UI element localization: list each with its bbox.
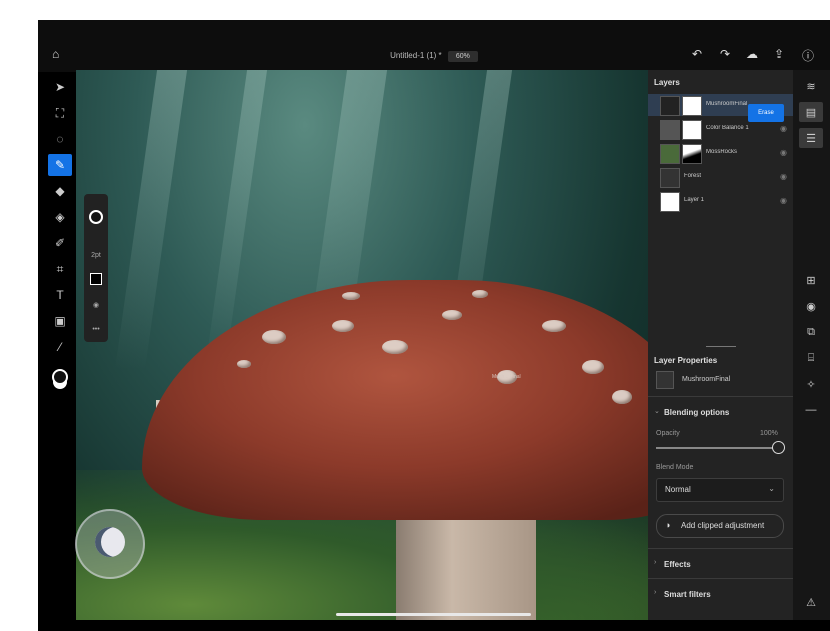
panel-handle[interactable] bbox=[706, 346, 736, 347]
layer-properties-icon[interactable]: ▤ bbox=[799, 102, 823, 122]
effects-icon[interactable]: ✧ bbox=[799, 374, 823, 394]
layer-thumbnail bbox=[660, 192, 680, 212]
clip-icon[interactable]: ⌸ bbox=[799, 348, 823, 368]
visibility-icon[interactable]: ◉ bbox=[780, 196, 787, 205]
properties-layer-name: MushroomFinal bbox=[682, 376, 731, 383]
undo-icon[interactable]: ↶ bbox=[692, 47, 702, 61]
top-toolbar: ⌂ Untitled-1 (1) * 60% ↶ ↷ ☁ ⇪ ⓘ bbox=[38, 20, 830, 72]
layer-row[interactable]: Layer 1 ◉ bbox=[648, 190, 793, 212]
add-layer-icon[interactable]: ⊞ bbox=[799, 270, 823, 290]
more-options-icon[interactable]: ••• bbox=[88, 322, 104, 336]
add-clipped-adjustment-label: Add clipped adjustment bbox=[681, 521, 765, 530]
layer-properties-title: Layer Properties bbox=[654, 356, 718, 365]
layer-thumbnail bbox=[660, 120, 680, 140]
canvas-overlay-label: Mush... Final bbox=[492, 374, 521, 380]
blend-mode-value: Normal bbox=[665, 485, 691, 494]
transform-icon[interactable]: ⌗ bbox=[48, 258, 72, 280]
visibility-icon[interactable]: ◉ bbox=[799, 296, 823, 316]
layer-row[interactable]: MossRocks ◉ bbox=[648, 142, 793, 164]
layer-thumbnail bbox=[660, 96, 680, 116]
eyedropper-icon[interactable]: ⁄ bbox=[48, 336, 72, 358]
brush-options-panel: 2pt ◉ ••• bbox=[84, 194, 108, 342]
layer-name: Forest bbox=[684, 173, 702, 179]
chevron-down-icon: ⌄ bbox=[768, 484, 775, 493]
share-icon[interactable]: ⇪ bbox=[774, 47, 784, 61]
eraser-icon[interactable]: ◆ bbox=[48, 180, 72, 202]
chevron-right-icon[interactable]: › bbox=[654, 559, 656, 566]
opacity-label: Opacity bbox=[656, 430, 680, 437]
app-window: ⌂ Untitled-1 (1) * 60% ↶ ↷ ☁ ⇪ ⓘ ➤ ⛶ ◌ ✎… bbox=[38, 20, 830, 631]
document-title[interactable]: Untitled-1 (1) * bbox=[390, 51, 442, 60]
zoom-level[interactable]: 60% bbox=[447, 51, 478, 62]
effects-header[interactable]: Effects bbox=[664, 560, 691, 569]
layers-title: Layers bbox=[654, 78, 680, 87]
brush-hardness-icon[interactable] bbox=[88, 272, 104, 286]
blend-mode-label: Blend Mode bbox=[656, 464, 694, 471]
layer-mask bbox=[682, 96, 702, 116]
opacity-slider[interactable] bbox=[656, 447, 774, 449]
layer-mask bbox=[682, 120, 702, 140]
cloud-icon[interactable]: ☁ bbox=[746, 47, 758, 61]
brush-icon[interactable]: ✎ bbox=[48, 154, 72, 176]
layer-name: Layer 1 bbox=[684, 197, 705, 203]
fill-icon[interactable]: ◈ bbox=[48, 206, 72, 228]
add-clipped-adjustment-button[interactable]: ◑ Add clipped adjustment bbox=[656, 514, 784, 538]
help-icon[interactable]: ⓘ bbox=[802, 47, 814, 64]
chevron-down-icon[interactable]: ⌄ bbox=[654, 407, 660, 415]
layers-panel: Layers MushroomFinal Color Balance 1 ◉ M… bbox=[648, 70, 793, 620]
blending-options-header[interactable]: Blending options bbox=[664, 408, 729, 417]
crop-select-icon[interactable]: ⛶ bbox=[48, 102, 72, 124]
mask-icon[interactable]: ⧉ bbox=[799, 322, 823, 342]
brush-size-label[interactable]: 2pt bbox=[88, 248, 104, 262]
brush-flow-icon[interactable]: ◉ bbox=[88, 298, 104, 312]
visibility-icon[interactable]: ◉ bbox=[780, 148, 787, 157]
visibility-icon[interactable]: ◉ bbox=[780, 172, 787, 181]
light-ray bbox=[114, 70, 188, 370]
chevron-right-icon[interactable]: › bbox=[654, 589, 656, 596]
layer-row[interactable]: Forest ◉ bbox=[648, 166, 793, 188]
canvas[interactable]: Mush... Final bbox=[76, 70, 648, 620]
touch-shortcut-button[interactable] bbox=[75, 509, 145, 579]
color-swatch-icon[interactable] bbox=[88, 210, 104, 224]
redo-icon[interactable]: ↷ bbox=[720, 47, 730, 61]
layer-mask bbox=[682, 144, 702, 164]
smart-filters-header[interactable]: Smart filters bbox=[664, 590, 711, 599]
home-indicator bbox=[336, 613, 531, 616]
adjustments-icon[interactable]: ☰ bbox=[799, 128, 823, 148]
divider bbox=[648, 396, 793, 397]
document-title-bar: Untitled-1 (1) * 60% bbox=[38, 51, 830, 62]
layer-thumbnail bbox=[660, 144, 680, 164]
opacity-value[interactable]: 100% bbox=[760, 430, 778, 437]
color-swatch-icon[interactable] bbox=[48, 366, 72, 388]
touch-shortcut-icon bbox=[95, 527, 125, 557]
divider bbox=[648, 548, 793, 549]
more-icon[interactable]: — bbox=[799, 400, 823, 420]
blend-mode-select[interactable]: Normal ⌄ bbox=[656, 478, 784, 502]
right-toolbar: ≋ ▤ ☰ ⊞ ◉ ⧉ ⌸ ✧ — ⚠ bbox=[793, 70, 830, 620]
opacity-slider-knob[interactable] bbox=[772, 441, 785, 454]
lasso-icon[interactable]: ◌ bbox=[48, 128, 72, 150]
adjustment-icon: ◑ bbox=[665, 520, 671, 530]
erase-button[interactable]: Erase bbox=[748, 104, 784, 122]
layers-stack-icon[interactable]: ≋ bbox=[799, 76, 823, 96]
divider bbox=[648, 578, 793, 579]
layer-thumbnail bbox=[660, 168, 680, 188]
layer-name: MossRocks bbox=[706, 149, 738, 155]
warning-icon[interactable]: ⚠ bbox=[799, 592, 823, 612]
visibility-icon[interactable]: ◉ bbox=[780, 124, 787, 133]
layer-thumbnail bbox=[656, 371, 674, 389]
layer-name: Color Balance 1 bbox=[706, 125, 749, 131]
type-icon[interactable]: T bbox=[48, 284, 72, 306]
image-icon[interactable]: ▣ bbox=[48, 310, 72, 332]
eyedropper-brush-icon[interactable]: ✐ bbox=[48, 232, 72, 254]
move-icon[interactable]: ➤ bbox=[48, 76, 72, 98]
